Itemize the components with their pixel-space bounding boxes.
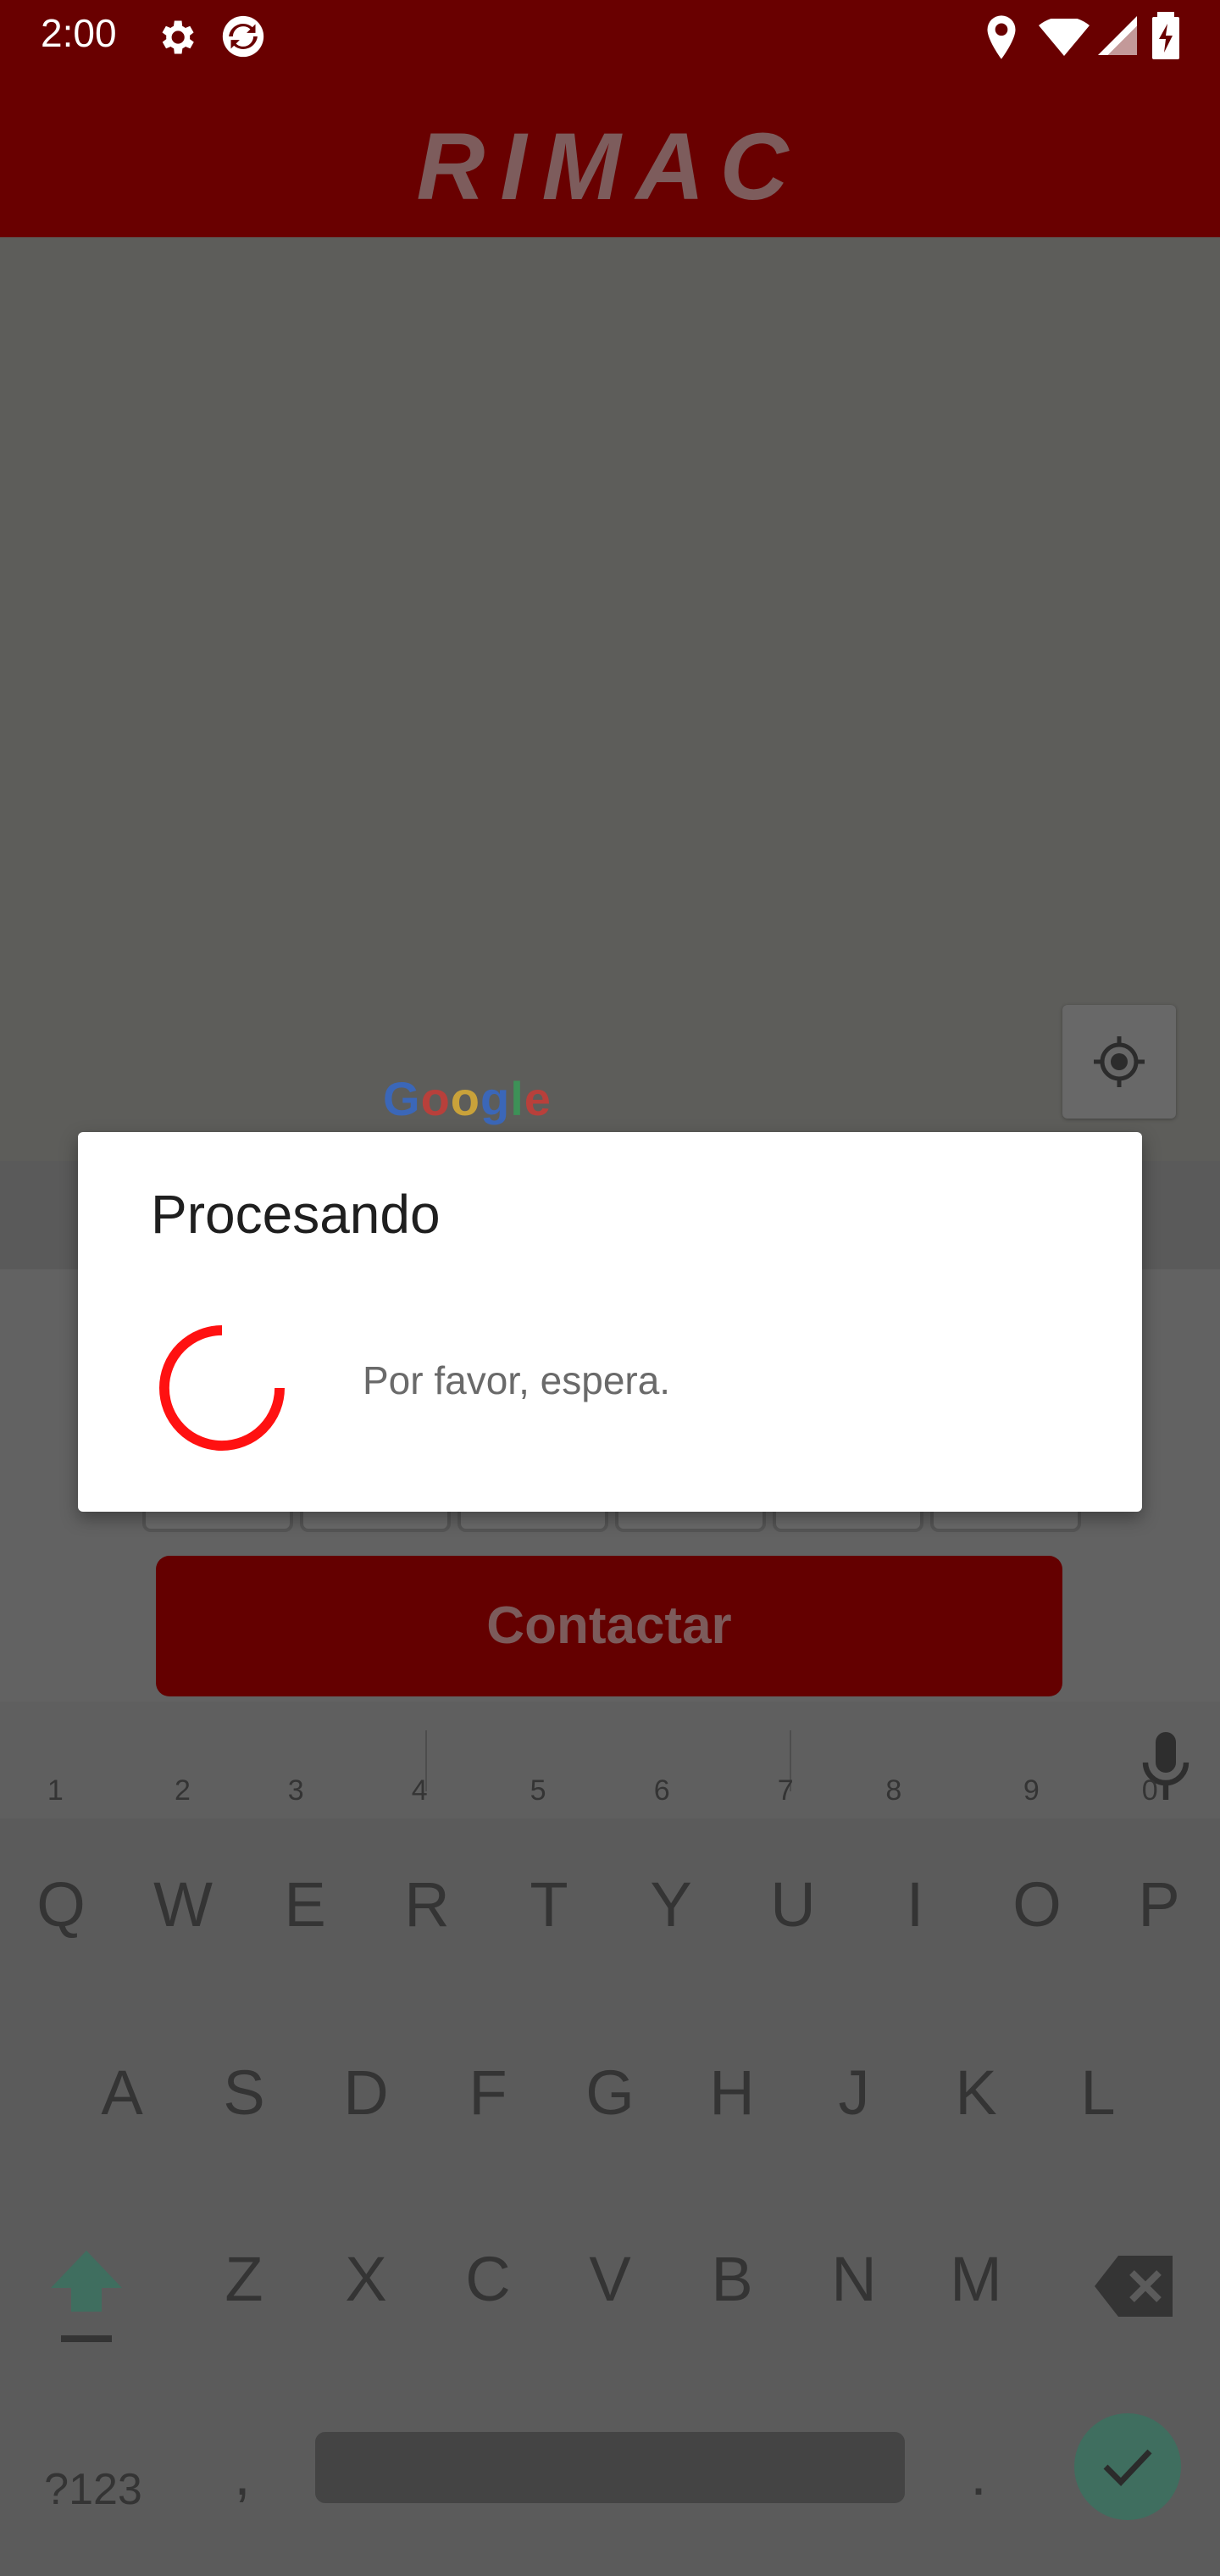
key-q[interactable]: Q1 — [2, 1774, 120, 1981]
key-label: X — [345, 2244, 387, 2314]
key-u[interactable]: U7 — [734, 1774, 852, 1981]
period-key[interactable]: . — [949, 2440, 1008, 2525]
backspace-key-icon[interactable] — [1095, 2252, 1176, 2320]
map-view[interactable] — [0, 237, 1220, 1161]
enter-key[interactable] — [1074, 2413, 1181, 2520]
contactar-button[interactable]: Contactar — [156, 1556, 1062, 1696]
key-label: F — [469, 2057, 507, 2128]
key-label: N — [831, 2244, 877, 2314]
key-label: I8 — [885, 1774, 924, 1940]
settings-gear-icon — [162, 20, 194, 54]
key-o[interactable]: O9 — [978, 1774, 1096, 1981]
key-label: T5 — [530, 1774, 568, 1940]
cell-signal-icon — [1098, 16, 1137, 55]
key-v[interactable]: V — [551, 2203, 669, 2356]
key-number-hint: 1 — [47, 1774, 64, 1807]
key-b[interactable]: B — [673, 2203, 791, 2356]
key-number-hint: 3 — [287, 1774, 304, 1807]
key-label: A — [101, 2057, 143, 2128]
key-p[interactable]: P0 — [1100, 1774, 1218, 1981]
key-label: V — [589, 2244, 631, 2314]
key-label: K — [955, 2057, 997, 2128]
checkmark-icon — [1103, 2449, 1152, 2487]
key-number-hint: 0 — [1141, 1774, 1158, 1807]
key-j[interactable]: J — [795, 2017, 913, 2169]
status-time: 2:00 — [41, 11, 117, 55]
key-label: G — [585, 2057, 635, 2128]
key-n[interactable]: N — [795, 2203, 913, 2356]
key-m[interactable]: M — [917, 2203, 1035, 2356]
key-r[interactable]: R4 — [368, 1774, 486, 1981]
my-location-button[interactable] — [1062, 1005, 1176, 1119]
key-h[interactable]: H — [673, 2017, 791, 2169]
key-label: C — [465, 2244, 511, 2314]
key-x[interactable]: X — [307, 2203, 425, 2356]
key-label: Q1 — [36, 1774, 86, 1940]
key-a[interactable]: A — [63, 2017, 181, 2169]
rimac-logo: RIMAC — [416, 114, 804, 219]
key-number-hint: 8 — [885, 1774, 902, 1807]
key-label: R4 — [404, 1774, 450, 1940]
key-label: D — [343, 2057, 389, 2128]
key-label: J — [838, 2057, 870, 2128]
loading-spinner-icon — [159, 1325, 285, 1451]
key-c[interactable]: C — [429, 2203, 547, 2356]
key-label: E3 — [284, 1774, 326, 1940]
key-label: P0 — [1138, 1774, 1180, 1940]
key-w[interactable]: W2 — [124, 1774, 242, 1981]
soft-keyboard: ?123 , . Q1 W2 E3 R4 T5 Y6 U7 I8 O9 P0 A S D F G H J K L Z X… — [0, 1702, 1220, 2576]
key-label: S — [223, 2057, 265, 2128]
sync-app-icon — [222, 15, 264, 58]
shift-key-icon[interactable] — [44, 2244, 129, 2346]
key-number-hint: 9 — [1023, 1774, 1040, 1807]
key-k[interactable]: K — [917, 2017, 1035, 2169]
google-logo: Google — [383, 1072, 552, 1125]
key-number-hint: 2 — [175, 1774, 191, 1807]
wifi-icon — [1039, 19, 1090, 56]
key-label: M — [950, 2244, 1002, 2314]
key-label: Y6 — [650, 1774, 692, 1940]
space-key[interactable] — [315, 2432, 905, 2503]
key-t[interactable]: T5 — [490, 1774, 608, 1981]
key-s[interactable]: S — [185, 2017, 303, 2169]
app-header: RIMAC — [0, 71, 1220, 237]
location-icon — [987, 15, 1016, 59]
dialog-message: Por favor, espera. — [363, 1358, 671, 1402]
status-bar: 2:00 — [0, 0, 1220, 71]
key-i[interactable]: I8 — [856, 1774, 974, 1981]
dialog-title: Procesando — [151, 1184, 441, 1245]
key-l[interactable]: L — [1039, 2017, 1157, 2169]
crosshair-icon — [1094, 1036, 1145, 1087]
key-d[interactable]: D — [307, 2017, 425, 2169]
key-label: U7 — [770, 1774, 816, 1940]
key-label: H — [709, 2057, 755, 2128]
key-number-hint: 6 — [653, 1774, 670, 1807]
key-z[interactable]: Z — [185, 2203, 303, 2356]
battery-charging-icon — [1152, 12, 1179, 59]
symbols-key[interactable]: ?123 — [34, 2447, 152, 2532]
key-number-hint: 4 — [411, 1774, 428, 1807]
key-f[interactable]: F — [429, 2017, 547, 2169]
key-number-hint: 5 — [530, 1774, 546, 1807]
key-label: O9 — [1012, 1774, 1062, 1940]
key-y[interactable]: Y6 — [612, 1774, 730, 1981]
key-e[interactable]: E3 — [246, 1774, 364, 1981]
key-number-hint: 7 — [777, 1774, 794, 1807]
key-label: Z — [225, 2244, 263, 2314]
key-label: W2 — [153, 1774, 213, 1940]
key-label: B — [711, 2244, 753, 2314]
processing-dialog: Procesando Por favor, espera. — [78, 1132, 1142, 1512]
key-label: L — [1080, 2057, 1116, 2128]
key-g[interactable]: G — [551, 2017, 669, 2169]
comma-key[interactable]: , — [217, 2440, 268, 2525]
